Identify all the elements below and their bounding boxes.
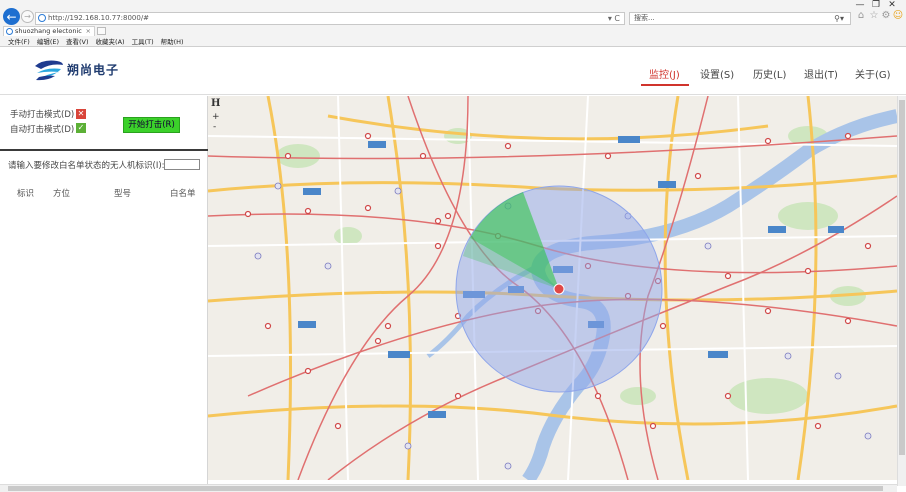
horizontal-scrollbar[interactable]	[0, 484, 897, 492]
tab-title: shuozhang electonic	[15, 27, 82, 35]
map-view[interactable]: H + -	[208, 96, 897, 480]
tab-favicon-icon	[6, 28, 13, 35]
brand-name: 朔尚电子	[67, 63, 120, 77]
menu-file[interactable]: 文件(F)	[8, 37, 30, 47]
address-bar[interactable]: http://192.168.10.77:8000/# ▾ C	[35, 12, 625, 25]
company-logo-icon	[35, 60, 63, 81]
ie-icon	[38, 14, 46, 22]
menu-tools[interactable]: 工具(T)	[132, 37, 154, 47]
refresh-icon[interactable]: ▾ C	[608, 13, 620, 24]
map-zoom-out-button[interactable]: -	[213, 122, 216, 132]
vertical-scrollbar[interactable]	[897, 96, 906, 486]
menu-edit[interactable]: 编辑(E)	[37, 37, 59, 47]
menu-help[interactable]: 帮助(H)	[161, 37, 184, 47]
browser-tab[interactable]: shuozhang electonic ×	[3, 26, 95, 36]
start-strike-button[interactable]: 开始打击(R)	[123, 117, 180, 133]
panel-divider	[0, 149, 208, 151]
back-button[interactable]: ←	[3, 8, 20, 25]
search-input[interactable]: 搜索... ⚲▾	[629, 12, 851, 25]
settings-gear-icon[interactable]: ⚙	[880, 10, 892, 22]
nav-history[interactable]: 历史(L)	[753, 66, 786, 81]
column-header-whitelist: 白名单	[170, 189, 196, 199]
restore-icon[interactable]: ❐	[868, 0, 884, 10]
control-panel: 手动打击模式(D) ✕ 自动打击模式(D) ✓ 开始打击(R) 请输入要修改白名…	[0, 96, 208, 486]
auto-mode-label: 自动打击模式(D)	[10, 125, 75, 135]
new-tab-button[interactable]	[97, 27, 106, 35]
address-url: http://192.168.10.77:8000/#	[48, 14, 150, 22]
column-header-bearing: 方位	[53, 189, 71, 199]
whitelist-prompt-label: 请输入要修改白名单状态的无人机标识(I):	[8, 161, 165, 171]
nav-settings[interactable]: 设置(S)	[700, 66, 734, 81]
nav-active-indicator	[641, 84, 689, 86]
smiley-icon[interactable]: ☺	[892, 10, 904, 22]
column-header-model: 型号	[114, 189, 132, 199]
browser-chrome: ← → http://192.168.10.77:8000/# ▾ C 搜索..…	[0, 0, 906, 47]
column-header-id: 标识	[17, 189, 35, 199]
map-zoom-in-button[interactable]: +	[212, 112, 220, 122]
search-placeholder: 搜索...	[634, 14, 655, 22]
search-icon[interactable]: ⚲▾	[834, 13, 844, 24]
auto-mode-checked-icon[interactable]: ✓	[76, 123, 86, 133]
drone-id-input[interactable]	[164, 159, 200, 170]
forward-button[interactable]: →	[21, 10, 34, 23]
minimize-icon[interactable]: —	[852, 0, 868, 10]
map-pan-tool-icon[interactable]: H	[211, 98, 220, 109]
nav-logout[interactable]: 退出(T)	[804, 66, 838, 81]
horizontal-scroll-thumb[interactable]	[8, 486, 883, 491]
nav-monitor[interactable]: 监控(J)	[649, 66, 680, 81]
target-marker[interactable]	[553, 283, 565, 295]
close-window-icon[interactable]: ✕	[884, 0, 900, 10]
menu-bar: 文件(F) 编辑(E) 查看(V) 收藏夹(A) 工具(T) 帮助(H)	[0, 37, 906, 47]
home-icon[interactable]: ⌂	[855, 10, 867, 22]
nav-about[interactable]: 关于(G)	[855, 66, 891, 81]
menu-favorites[interactable]: 收藏夹(A)	[96, 37, 125, 47]
app-header: 朔尚电子 监控(J) 设置(S) 历史(L) 退出(T) 关于(G)	[0, 48, 906, 95]
menu-view[interactable]: 查看(V)	[66, 37, 89, 47]
manual-mode-unchecked-icon[interactable]: ✕	[76, 109, 86, 119]
vertical-scroll-thumb[interactable]	[899, 100, 905, 455]
map-canvas[interactable]	[208, 96, 897, 480]
tab-close-icon[interactable]: ×	[86, 27, 91, 36]
favorites-star-icon[interactable]: ☆	[868, 10, 880, 22]
manual-mode-label: 手动打击模式(D)	[10, 110, 75, 120]
